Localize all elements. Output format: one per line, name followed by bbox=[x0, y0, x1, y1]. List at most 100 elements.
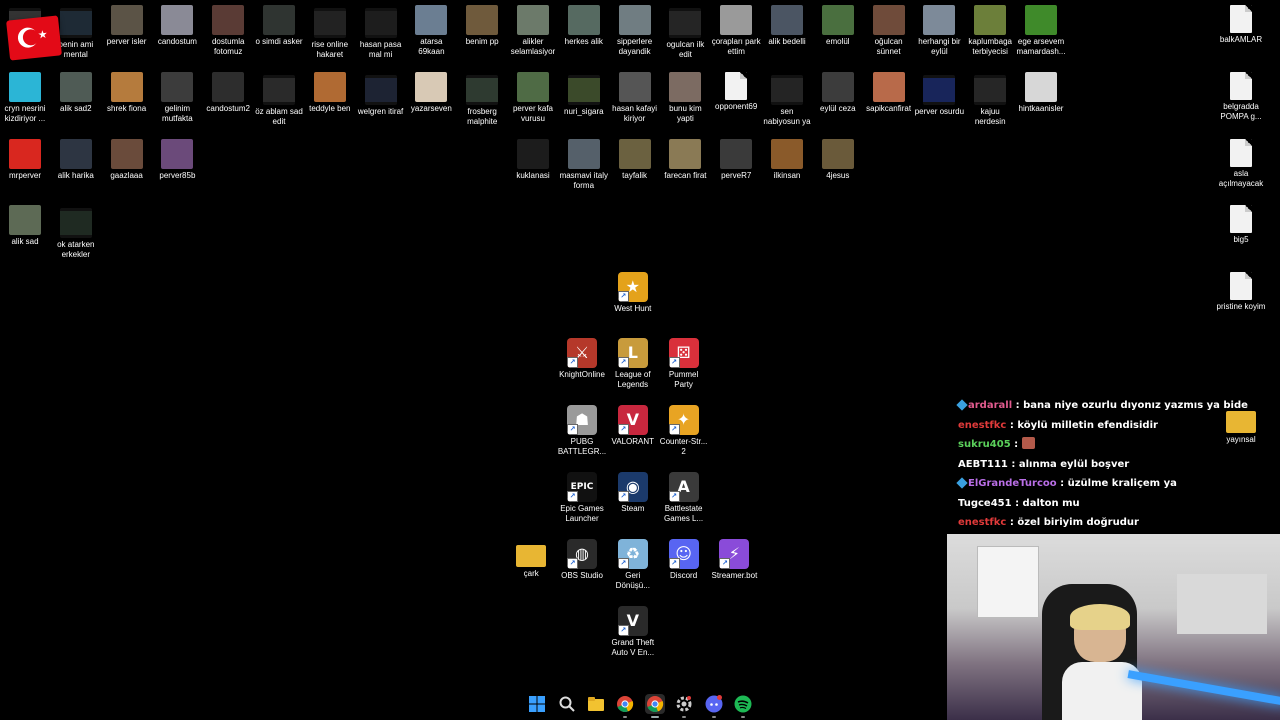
chat-username: sukru405 bbox=[958, 439, 1011, 450]
shortcut-arrow-icon: ↗ bbox=[617, 357, 629, 368]
desktop-icon-perver85b[interactable]: perver85b bbox=[152, 139, 202, 181]
desktop-icon-masmavi-italy-forma[interactable]: masmavi italy forma bbox=[559, 139, 609, 191]
desktop-icon-grand-theft-auto-v-en[interactable]: V ↗ Grand Theft Auto V En... bbox=[608, 606, 658, 658]
image-thumbnail-icon bbox=[872, 5, 905, 35]
desktop-icon-epic-games-launcher[interactable]: EPIC ↗ Epic Games Launcher bbox=[557, 472, 607, 524]
windows-start-icon[interactable] bbox=[527, 694, 547, 714]
desktop-icon-discord[interactable]: ☺ ↗ Discord bbox=[659, 539, 709, 581]
desktop-icon-gaazlaaa[interactable]: gaazlaaa bbox=[102, 139, 152, 181]
desktop-icon-frosberg-malphite[interactable]: frosberg malphite bbox=[457, 72, 507, 127]
desktop-icon-farecan-firat[interactable]: farecan firat bbox=[660, 139, 710, 181]
search-icon[interactable] bbox=[557, 694, 577, 714]
gear-icon[interactable] bbox=[674, 694, 694, 718]
folder-icon bbox=[1226, 411, 1256, 433]
desktop-icon-alik-sad[interactable]: alik sad bbox=[0, 205, 50, 247]
discord-icon[interactable] bbox=[704, 694, 724, 718]
desktop-icon-welgren-itiraf[interactable]: welgren itiraf bbox=[356, 72, 406, 117]
desktop-icon-perver-isler[interactable]: perver isler bbox=[102, 5, 152, 47]
desktop-icon-çorapları-park-ettim[interactable]: çorapları park ettim bbox=[711, 5, 761, 57]
desktop-icon-herkes-alik[interactable]: herkes alik bbox=[559, 5, 609, 47]
desktop-icon-emolül[interactable]: emolül bbox=[813, 5, 863, 47]
desktop-icon-pristine-koyim[interactable]: pristine koyim bbox=[1216, 272, 1266, 312]
desktop-icon-candostum[interactable]: candostum bbox=[152, 5, 202, 47]
desktop-icon-pummel-party[interactable]: ⚄ ↗ Pummel Party bbox=[659, 338, 709, 390]
desktop-icon-league-of-legends[interactable]: L ↗ League of Legends bbox=[608, 338, 658, 390]
desktop-icon-sapikcanfirat[interactable]: sapikcanfirat bbox=[864, 72, 914, 114]
desktop-icon-big5[interactable]: big5 bbox=[1216, 205, 1266, 245]
chrome-icon[interactable] bbox=[615, 694, 635, 718]
desktop-icon-label: mrperver bbox=[8, 171, 41, 180]
desktop-icon-candostum2[interactable]: candostum2 bbox=[203, 72, 253, 114]
desktop-icon-ok-atarken-erkekler[interactable]: ok atarken erkekler bbox=[51, 205, 101, 260]
chat-text: : özel biriyim doğrudur bbox=[1006, 517, 1139, 528]
file-explorer-icon[interactable] bbox=[586, 694, 606, 714]
desktop-icon-valorant[interactable]: V ↗ VALORANT bbox=[608, 405, 658, 447]
desktop-icon-obs-studio[interactable]: ◍ ↗ OBS Studio bbox=[557, 539, 607, 581]
desktop-icon-kuklanasi[interactable]: kuklanasi bbox=[508, 139, 558, 181]
desktop-icon-perver-kafa-vurusu[interactable]: perver kafa vurusu bbox=[508, 72, 558, 124]
desktop-icon-asla-açılmayacak[interactable]: asla açılmayacak bbox=[1216, 139, 1266, 189]
desktop-icon-shrek-fiona[interactable]: shrek fiona bbox=[102, 72, 152, 114]
desktop-icon-hintkaanisler[interactable]: hintkaanisler bbox=[1016, 72, 1066, 114]
video-thumbnail-icon bbox=[263, 75, 295, 105]
desktop-icon-label: sapikcanfirat bbox=[866, 104, 912, 113]
desktop-icon-atarsa-69kaan[interactable]: atarsa 69kaan bbox=[406, 5, 456, 57]
desktop-icon-ege-arsevem-mamardash[interactable]: ege arsevem mamardash... bbox=[1016, 5, 1066, 57]
desktop-icon-label: candostum2 bbox=[206, 104, 250, 113]
desktop-icon-kajuu-nerdesin[interactable]: kajuu nerdesin bbox=[965, 72, 1015, 127]
desktop-icon-cryn-nesrini-kizdiriyor[interactable]: cryn nesrini kizdiriyor ... bbox=[0, 72, 50, 124]
desktop-icon-alik-bedelli[interactable]: alik bedelli bbox=[762, 5, 812, 47]
desktop-icon-sen-nabiyosun-ya[interactable]: sen nabiyosun ya bbox=[762, 72, 812, 127]
desktop-icon-bunu-kim-yapti[interactable]: bunu kim yapti bbox=[660, 72, 710, 124]
desktop-icon-steam[interactable]: ◉ ↗ Steam bbox=[608, 472, 658, 514]
desktop-icon-ilkinsan[interactable]: ilkinsan bbox=[762, 139, 812, 181]
desktop-icon-rise-online-hakaret[interactable]: rise online hakaret bbox=[305, 5, 355, 60]
desktop-icon-alik-sad2[interactable]: alik sad2 bbox=[51, 72, 101, 114]
desktop-icon-yazarseven[interactable]: yazarseven bbox=[406, 72, 456, 114]
desktop-icon-nuri-sigara[interactable]: nuri_sigara bbox=[559, 72, 609, 117]
desktop-icon-ogulcan-ilk-edit[interactable]: ogulcan ilk edit bbox=[660, 5, 710, 60]
desktop-icon-eylül-ceza[interactable]: eylül ceza bbox=[813, 72, 863, 114]
desktop-icon-gelinim-mutfakta[interactable]: gelinim mutfakta bbox=[152, 72, 202, 124]
shortcut-arrow-icon: ↗ bbox=[567, 357, 578, 368]
desktop-icon-o-simdi-asker[interactable]: o simdi asker bbox=[254, 5, 304, 47]
spotify-icon[interactable] bbox=[733, 694, 753, 718]
chrome-icon[interactable] bbox=[645, 694, 665, 718]
desktop-icon-hasan-kafayi-kiriyor[interactable]: hasan kafayi kiriyor bbox=[610, 72, 660, 124]
desktop-icon-belgradda-pompa-g[interactable]: belgradda POMPA g... bbox=[1216, 72, 1266, 122]
desktop-icon-label: kajuu nerdesin bbox=[974, 107, 1006, 126]
desktop-icon-perver7[interactable]: perveR7 bbox=[711, 139, 761, 181]
document-icon bbox=[1230, 139, 1252, 167]
desktop-icon-streamer-bot[interactable]: ⚡ ↗ Streamer.bot bbox=[709, 539, 759, 581]
desktop-icon-hasan-pasa-mal-mi[interactable]: hasan pasa mal mi bbox=[356, 5, 406, 60]
desktop-icon-alikler-selamlasiyor[interactable]: alikler selamlasiyor bbox=[508, 5, 558, 57]
image-thumbnail-icon bbox=[517, 5, 549, 35]
battlestate-games-l-app-icon: A ↗ bbox=[668, 472, 699, 502]
desktop-icon-alik-harika[interactable]: alik harika bbox=[51, 139, 101, 181]
desktop-icon-tayfalik[interactable]: tayfalik bbox=[610, 139, 660, 181]
desktop-icon-dostumla-fotomuz[interactable]: dostumla fotomuz bbox=[203, 5, 253, 57]
desktop-icon-mrperver[interactable]: mrperver bbox=[0, 139, 50, 181]
desktop-icon-oğulcan-sünnet[interactable]: oğulcan sünnet bbox=[864, 5, 914, 57]
desktop-icon-counter-str-2[interactable]: ✦ ↗ Counter-Str... 2 bbox=[659, 405, 709, 457]
desktop-icon-geri-dönüşü[interactable]: ♻ ↗ Geri Dönüşü... bbox=[608, 539, 658, 591]
desktop-icon-battlestate-games-l[interactable]: A ↗ Battlestate Games L... bbox=[659, 472, 709, 524]
desktop-icon-benim-pp[interactable]: benim pp bbox=[457, 5, 507, 47]
desktop-icon-kaplumbaga-terbiyecisi[interactable]: kaplumbaga terbiyecisi bbox=[965, 5, 1015, 57]
desktop-icon-knightonline[interactable]: ⚔ ↗ KnightOnline bbox=[557, 338, 607, 380]
desktop-icon-balkamlar[interactable]: balkAMLAR bbox=[1216, 5, 1266, 45]
desktop-icon-opponent69[interactable]: opponent69 bbox=[711, 72, 761, 112]
shortcut-arrow-icon: ↗ bbox=[668, 424, 680, 435]
desktop-icon-perver-osurdu[interactable]: perver osurdu bbox=[914, 72, 964, 117]
shortcut-arrow-icon: ↗ bbox=[617, 625, 629, 636]
image-thumbnail-icon bbox=[1025, 5, 1057, 35]
counter-str-2-app-icon: ✦ ↗ bbox=[668, 405, 699, 435]
desktop-icon-teddyle-ben[interactable]: teddyle ben bbox=[305, 72, 355, 114]
desktop-icon-çark[interactable]: çark bbox=[506, 539, 556, 579]
desktop-icon-öz-ablam-sad-edit[interactable]: öz ablam sad edit bbox=[254, 72, 304, 127]
desktop-icon-4jesus[interactable]: 4jesus bbox=[813, 139, 863, 181]
desktop-icon-herhangi-bir-eylül[interactable]: herhangi bir eylül bbox=[914, 5, 964, 57]
desktop-icon-west-hunt[interactable]: ★ ↗ West Hunt bbox=[608, 272, 658, 314]
desktop-icon-sipperlere-dayandik[interactable]: sipperlere dayandik bbox=[610, 5, 660, 57]
desktop-icon-pubg-battlegr[interactable]: ☗ ↗ PUBG BATTLEGR... bbox=[557, 405, 607, 457]
